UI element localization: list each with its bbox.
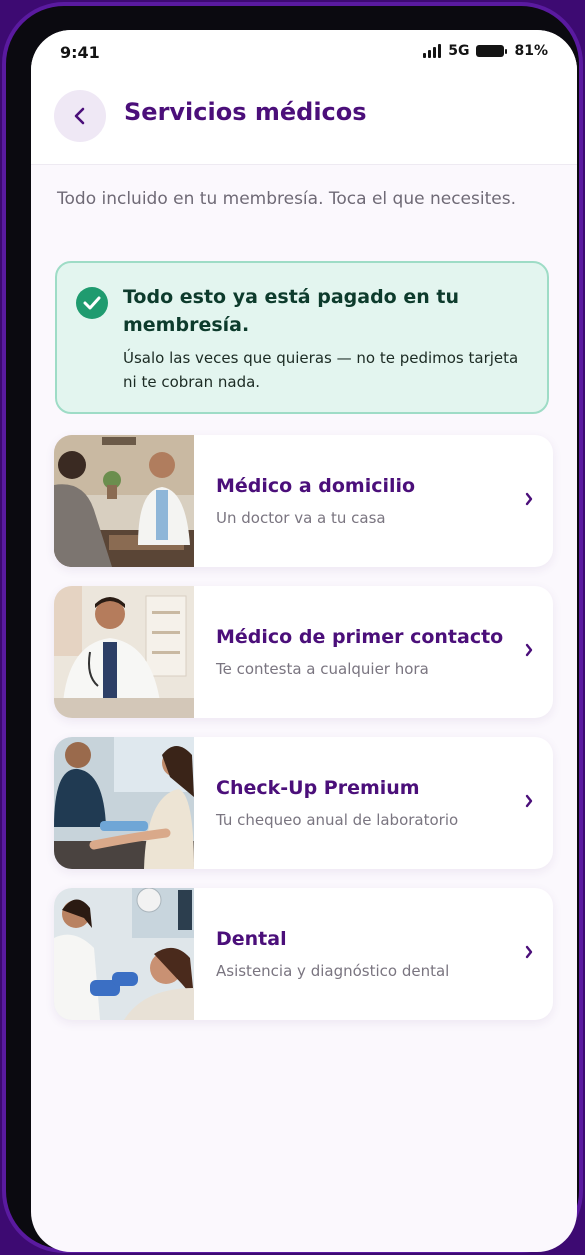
service-title: Médico de primer contacto [216, 626, 504, 648]
notice-body: Úsalo las veces que quieras — no te pedi… [123, 349, 519, 391]
chevron-right-icon [525, 643, 533, 657]
doctor-consultation-photo [54, 435, 194, 567]
service-title: Check-Up Premium [216, 777, 420, 799]
dentist-patient-photo [54, 888, 194, 1020]
battery-icon [476, 45, 508, 57]
service-card-primer-contacto[interactable]: Médico de primer contacto Te contesta a … [54, 586, 553, 718]
service-subtitle: Te contesta a cualquier hora [216, 660, 429, 678]
service-title: Dental [216, 928, 287, 950]
service-card-dental[interactable]: Dental Asistencia y diagnóstico dental [54, 888, 553, 1020]
status-indicators: 5G 81% [423, 43, 548, 59]
blood-test-photo [54, 737, 194, 869]
service-card-check-up[interactable]: Check-Up Premium Tu chequeo anual de lab… [54, 737, 553, 869]
signal-icon [423, 44, 442, 58]
back-button[interactable] [54, 90, 106, 142]
chevron-right-icon [525, 794, 533, 808]
service-subtitle: Tu chequeo anual de laboratorio [216, 811, 459, 829]
page-title: Servicios médicos [124, 98, 367, 126]
battery-percent: 81% [514, 43, 548, 59]
paid-notice: Todo esto ya está pagado en tu membresía… [55, 261, 549, 414]
notice-title: Todo esto ya está pagado en tu membresía… [123, 286, 459, 336]
app-screen: 9:41 5G 81% Servicios médicos Todo inclu… [31, 30, 577, 1252]
chevron-left-icon [74, 107, 85, 125]
smiling-doctor-photo [54, 586, 194, 718]
service-subtitle: Asistencia y diagnóstico dental [216, 962, 450, 980]
status-time: 9:41 [60, 43, 100, 62]
network-label: 5G [448, 43, 470, 59]
phone-frame: 9:41 5G 81% Servicios médicos Todo inclu… [6, 6, 579, 1252]
chevron-right-icon [525, 945, 533, 959]
check-circle-icon [76, 287, 108, 319]
service-card-medico-domicilio[interactable]: Médico a domicilio Un doctor va a tu cas… [54, 435, 553, 567]
chevron-right-icon [525, 492, 533, 506]
service-subtitle: Un doctor va a tu casa [216, 509, 386, 527]
top-header: 9:41 5G 81% Servicios médicos [31, 30, 577, 165]
service-title: Médico a domicilio [216, 475, 416, 497]
intro-text: Todo incluido en tu membresía. Toca el q… [57, 189, 516, 209]
